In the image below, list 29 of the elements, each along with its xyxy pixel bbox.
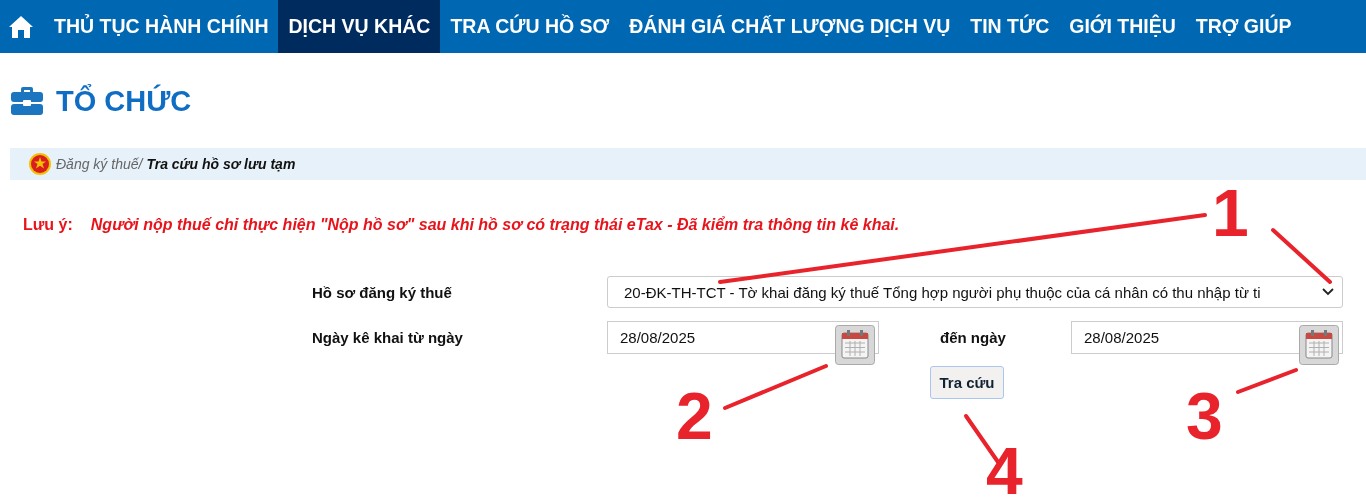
leader-line bbox=[1236, 368, 1298, 394]
chevron-down-icon bbox=[1322, 288, 1334, 296]
annotation-number: 4 bbox=[986, 438, 1023, 497]
annotation-number: 1 bbox=[1212, 180, 1249, 246]
breadcrumb-current: Tra cứu hồ sơ lưu tạm bbox=[146, 156, 296, 172]
page-title: TỔ CHỨC bbox=[56, 84, 192, 118]
dossier-select[interactable]: 20-ĐK-TH-TCT - Tờ khai đăng ký thuế Tổng hợp người phụ thuộc của cá nhân có thu nhập từ ti bbox=[607, 276, 1343, 308]
field-label: Ngày kê khai từ ngày bbox=[312, 328, 464, 346]
nav-item[interactable]: TRỢ GIÚP bbox=[1185, 0, 1302, 53]
field-label: Hồ sơ đăng ký thuế bbox=[312, 283, 453, 301]
briefcase-icon bbox=[10, 86, 44, 116]
nav-item[interactable]: DỊCH VỤ KHÁC bbox=[278, 0, 441, 53]
nav-item[interactable]: TIN TỨC bbox=[960, 0, 1060, 53]
calendar-icon[interactable] bbox=[835, 324, 875, 365]
nav-item[interactable]: ĐÁNH GIÁ CHẤT LƯỢNG DỊCH VỤ bbox=[619, 0, 961, 53]
nav-item[interactable]: TRA CỨU HỒ SƠ bbox=[440, 0, 620, 53]
notice-label: Lưu ý: bbox=[23, 216, 73, 234]
home-icon[interactable] bbox=[8, 14, 34, 39]
search-button[interactable]: Tra cứu bbox=[930, 366, 1004, 399]
nav-item[interactable]: GIỚI THIỆU bbox=[1059, 0, 1186, 53]
field-label: đến ngày bbox=[939, 328, 1007, 346]
nav-item[interactable]: THỦ TỤC HÀNH CHÍNH bbox=[44, 0, 279, 53]
annotation-number: 3 bbox=[1186, 383, 1223, 449]
breadcrumb-link[interactable]: Đăng ký thuế/ bbox=[56, 156, 143, 172]
annotation-number: 2 bbox=[676, 383, 713, 449]
notice-text: Người nộp thuế chỉ thực hiện "Nộp hồ sơ" sau khi hồ sơ có trạng thái eTax - Đã kiểm tra thông tin kê khai. bbox=[90, 216, 900, 234]
leader-line bbox=[1271, 228, 1332, 284]
emblem-icon bbox=[28, 152, 52, 176]
calendar-icon[interactable] bbox=[1299, 324, 1339, 365]
